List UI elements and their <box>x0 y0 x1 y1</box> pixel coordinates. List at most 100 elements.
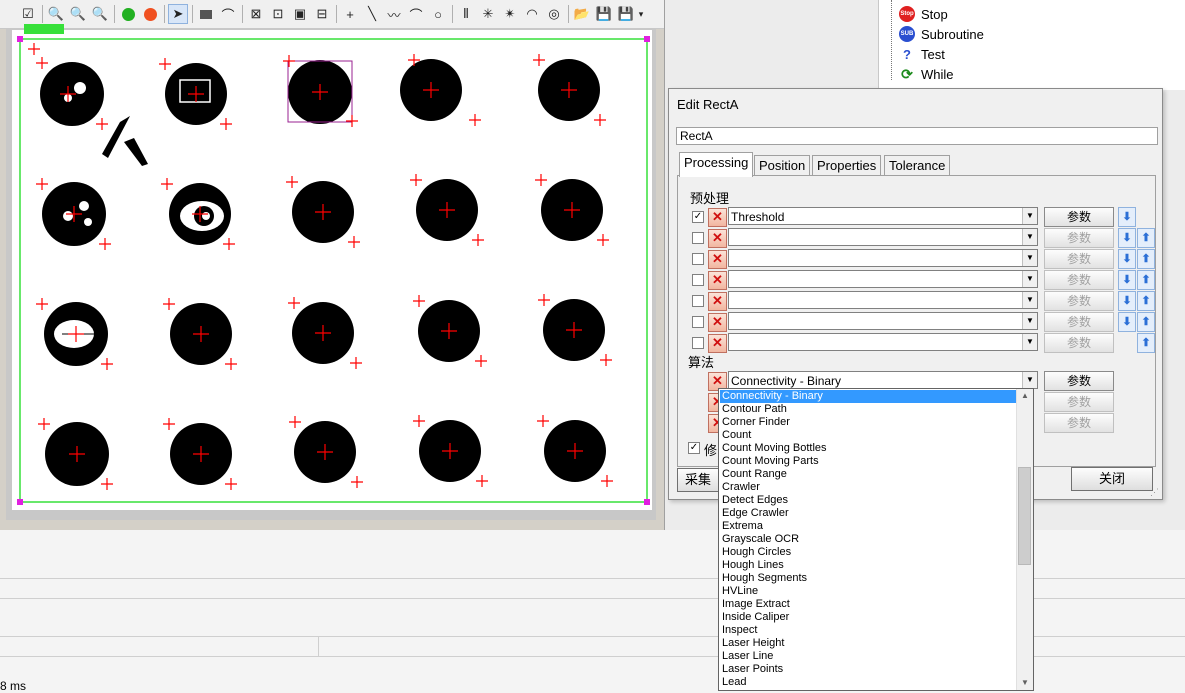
list-item[interactable]: Inside Caliper <box>720 611 1017 624</box>
delete-icon[interactable]: ✕ <box>708 229 727 248</box>
list-item[interactable]: Detect Edges <box>720 494 1017 507</box>
preprocess-select[interactable]: Threshold ▼ <box>728 207 1038 225</box>
algorithm-dropdown-list[interactable]: Connectivity - Binary Contour Path Corne… <box>718 388 1034 691</box>
scroll-down-icon[interactable]: ▼ <box>1017 676 1033 690</box>
preprocess-select[interactable]: ▼ <box>728 333 1038 351</box>
preprocess-select[interactable]: ▼ <box>728 270 1038 288</box>
tab-position[interactable]: Position <box>754 155 811 176</box>
param-button[interactable]: 参数 <box>1044 228 1114 248</box>
param-button[interactable]: 参数 <box>1044 413 1114 433</box>
circle-tool-icon[interactable]: ○ <box>428 4 448 24</box>
move-up-icon[interactable]: ⬆ <box>1137 228 1155 248</box>
list-item[interactable]: Contour Path <box>720 403 1017 416</box>
move-down-icon[interactable]: ⬇ <box>1118 312 1136 332</box>
zoom-out-icon[interactable]: 🔍 <box>46 4 66 24</box>
chevron-down-icon[interactable]: ▼ <box>1022 292 1037 308</box>
chevron-down-icon[interactable]: ▼ <box>1022 250 1037 266</box>
star-tool-icon[interactable]: ✴ <box>500 4 520 24</box>
tab-tolerance[interactable]: Tolerance <box>884 155 951 176</box>
preprocess-select[interactable]: ▼ <box>728 312 1038 330</box>
line-tool-icon[interactable]: ╲ <box>362 4 382 24</box>
arc-line-tool-icon[interactable]: ⌒ <box>406 4 426 24</box>
chevron-down-icon[interactable]: ▼ <box>1022 208 1037 224</box>
name-input[interactable]: RectA <box>676 127 1158 145</box>
param-button[interactable]: 参数 <box>1044 249 1114 269</box>
tree-item-stop[interactable]: Stop Stop <box>899 5 948 23</box>
list-item[interactable]: Inspect <box>720 624 1017 637</box>
list-item[interactable]: Connectivity - Binary <box>720 390 1017 403</box>
move-up-icon[interactable]: ⬆ <box>1137 270 1155 290</box>
tab-processing[interactable]: Processing <box>679 152 754 177</box>
arc-tool-icon[interactable]: ⌒ <box>218 4 238 24</box>
stop-red-icon[interactable] <box>140 4 160 24</box>
scroll-up-icon[interactable]: ▲ <box>1017 389 1033 403</box>
mask-circle-icon[interactable]: ⊡ <box>268 4 288 24</box>
save-icon[interactable]: 💾 <box>594 4 614 24</box>
param-button[interactable]: 参数 <box>1044 392 1114 412</box>
list-item[interactable]: Hough Circles <box>720 546 1017 559</box>
param-button[interactable]: 参数 <box>1044 270 1114 290</box>
zoom-in-icon[interactable]: 🔍 <box>90 4 110 24</box>
move-up-icon[interactable]: ⬆ <box>1137 333 1155 353</box>
list-item[interactable]: Corner Finder <box>720 416 1017 429</box>
dropdown-scrollbar[interactable]: ▲ ▼ <box>1016 389 1033 690</box>
tab-properties[interactable]: Properties <box>812 155 882 176</box>
image-canvas[interactable] <box>12 30 652 510</box>
tree-item-subroutine[interactable]: SUB Subroutine <box>899 25 984 43</box>
preprocess-select[interactable]: ▼ <box>728 228 1038 246</box>
list-item[interactable]: Crawler <box>720 481 1017 494</box>
spoke-tool-icon[interactable]: ✳ <box>478 4 498 24</box>
list-item[interactable]: Count Moving Parts <box>720 455 1017 468</box>
row-checkbox[interactable] <box>692 253 704 265</box>
move-up-icon[interactable]: ⬆ <box>1137 249 1155 269</box>
move-down-icon[interactable]: ⬇ <box>1118 207 1136 227</box>
move-down-icon[interactable]: ⬇ <box>1118 291 1136 311</box>
close-button[interactable]: 关闭 <box>1071 467 1153 491</box>
run-green-icon[interactable] <box>118 4 138 24</box>
delete-icon[interactable]: ✕ <box>708 208 727 227</box>
chevron-down-icon[interactable]: ▼ <box>1022 334 1037 350</box>
list-item[interactable]: HVLine <box>720 585 1017 598</box>
move-down-icon[interactable]: ⬇ <box>1118 270 1136 290</box>
delete-icon[interactable]: ✕ <box>708 334 727 353</box>
list-item[interactable]: Edge Crawler <box>720 507 1017 520</box>
param-button[interactable]: 参数 <box>1044 312 1114 332</box>
delete-icon[interactable]: ✕ <box>708 292 727 311</box>
zoom-fit-icon[interactable]: 🔍 <box>68 4 88 24</box>
move-up-icon[interactable]: ⬆ <box>1137 291 1155 311</box>
list-item[interactable]: Laser Line <box>720 650 1017 663</box>
param-button[interactable]: 参数 <box>1044 333 1114 353</box>
preprocess-select[interactable]: ▼ <box>728 291 1038 309</box>
scroll-thumb[interactable] <box>1018 467 1031 565</box>
list-item[interactable]: Extrema <box>720 520 1017 533</box>
list-item[interactable]: Count <box>720 429 1017 442</box>
mask-erase-icon[interactable]: ⊟ <box>312 4 332 24</box>
concentric-icon[interactable]: ◎ <box>544 4 564 24</box>
list-item[interactable]: Laser Points <box>720 663 1017 676</box>
preprocess-select[interactable]: ▼ <box>728 249 1038 267</box>
param-button[interactable]: 参数 <box>1044 371 1114 391</box>
save-as-icon[interactable]: 💾 <box>616 4 636 24</box>
open-image-icon[interactable]: 📂 <box>572 4 592 24</box>
polyline-tool-icon[interactable]: 〰 <box>384 4 404 24</box>
row-checkbox[interactable] <box>692 232 704 244</box>
row-checkbox[interactable] <box>692 295 704 307</box>
checklist-icon[interactable]: ☑ <box>18 4 38 24</box>
row-checkbox[interactable] <box>692 274 704 286</box>
list-item[interactable]: Count Range <box>720 468 1017 481</box>
list-item[interactable]: Image Extract <box>720 598 1017 611</box>
list-item[interactable]: Hough Segments <box>720 572 1017 585</box>
delete-icon[interactable]: ✕ <box>708 250 727 269</box>
algorithm-select[interactable]: Connectivity - Binary ▼ <box>728 371 1038 389</box>
chevron-down-icon[interactable]: ▼ <box>1022 313 1037 329</box>
point-tool-icon[interactable]: + <box>340 4 360 24</box>
delete-icon[interactable]: ✕ <box>708 271 727 290</box>
mask-dot-icon[interactable]: ▣ <box>290 4 310 24</box>
list-item[interactable]: Lead <box>720 676 1017 689</box>
tree-item-while[interactable]: ⟳ While <box>899 65 953 83</box>
param-button[interactable]: 参数 <box>1044 291 1114 311</box>
tree-item-test[interactable]: ? Test <box>899 45 945 63</box>
rake-tool-icon[interactable]: ⦀ <box>456 4 476 24</box>
chevron-down-icon[interactable]: ▼ <box>1022 271 1037 287</box>
chevron-down-icon[interactable]: ▼ <box>1022 229 1037 245</box>
